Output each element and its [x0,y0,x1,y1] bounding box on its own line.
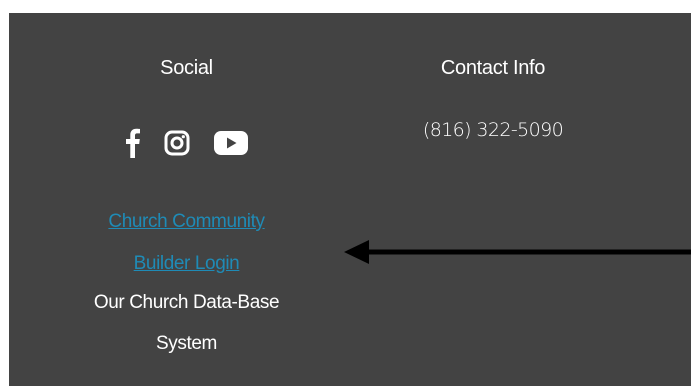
ccb-login-link-line-2[interactable]: Builder Login [9,253,364,275]
ccb-description-line-1: Our Church Data-Base [93,292,280,313]
social-heading: Social [160,57,213,79]
contact-heading: Contact Info [440,57,546,79]
social-column: Social Church Community Builder Login Ou… [9,13,364,386]
social-icons [9,123,364,163]
facebook-icon[interactable] [125,128,140,158]
ccb-login-link-line-1[interactable]: Church Community [9,211,364,233]
instagram-icon[interactable] [164,130,190,156]
contact-phone[interactable]: (816) 322-5090 [359,119,627,141]
youtube-icon[interactable] [213,130,248,156]
annotation-arrow [344,240,691,264]
ccb-description-line-2: System [156,333,217,354]
site-footer: Social Church Community Builder Login Ou… [9,13,691,386]
contact-column: Contact Info (816) 322-5090 [359,13,627,213]
